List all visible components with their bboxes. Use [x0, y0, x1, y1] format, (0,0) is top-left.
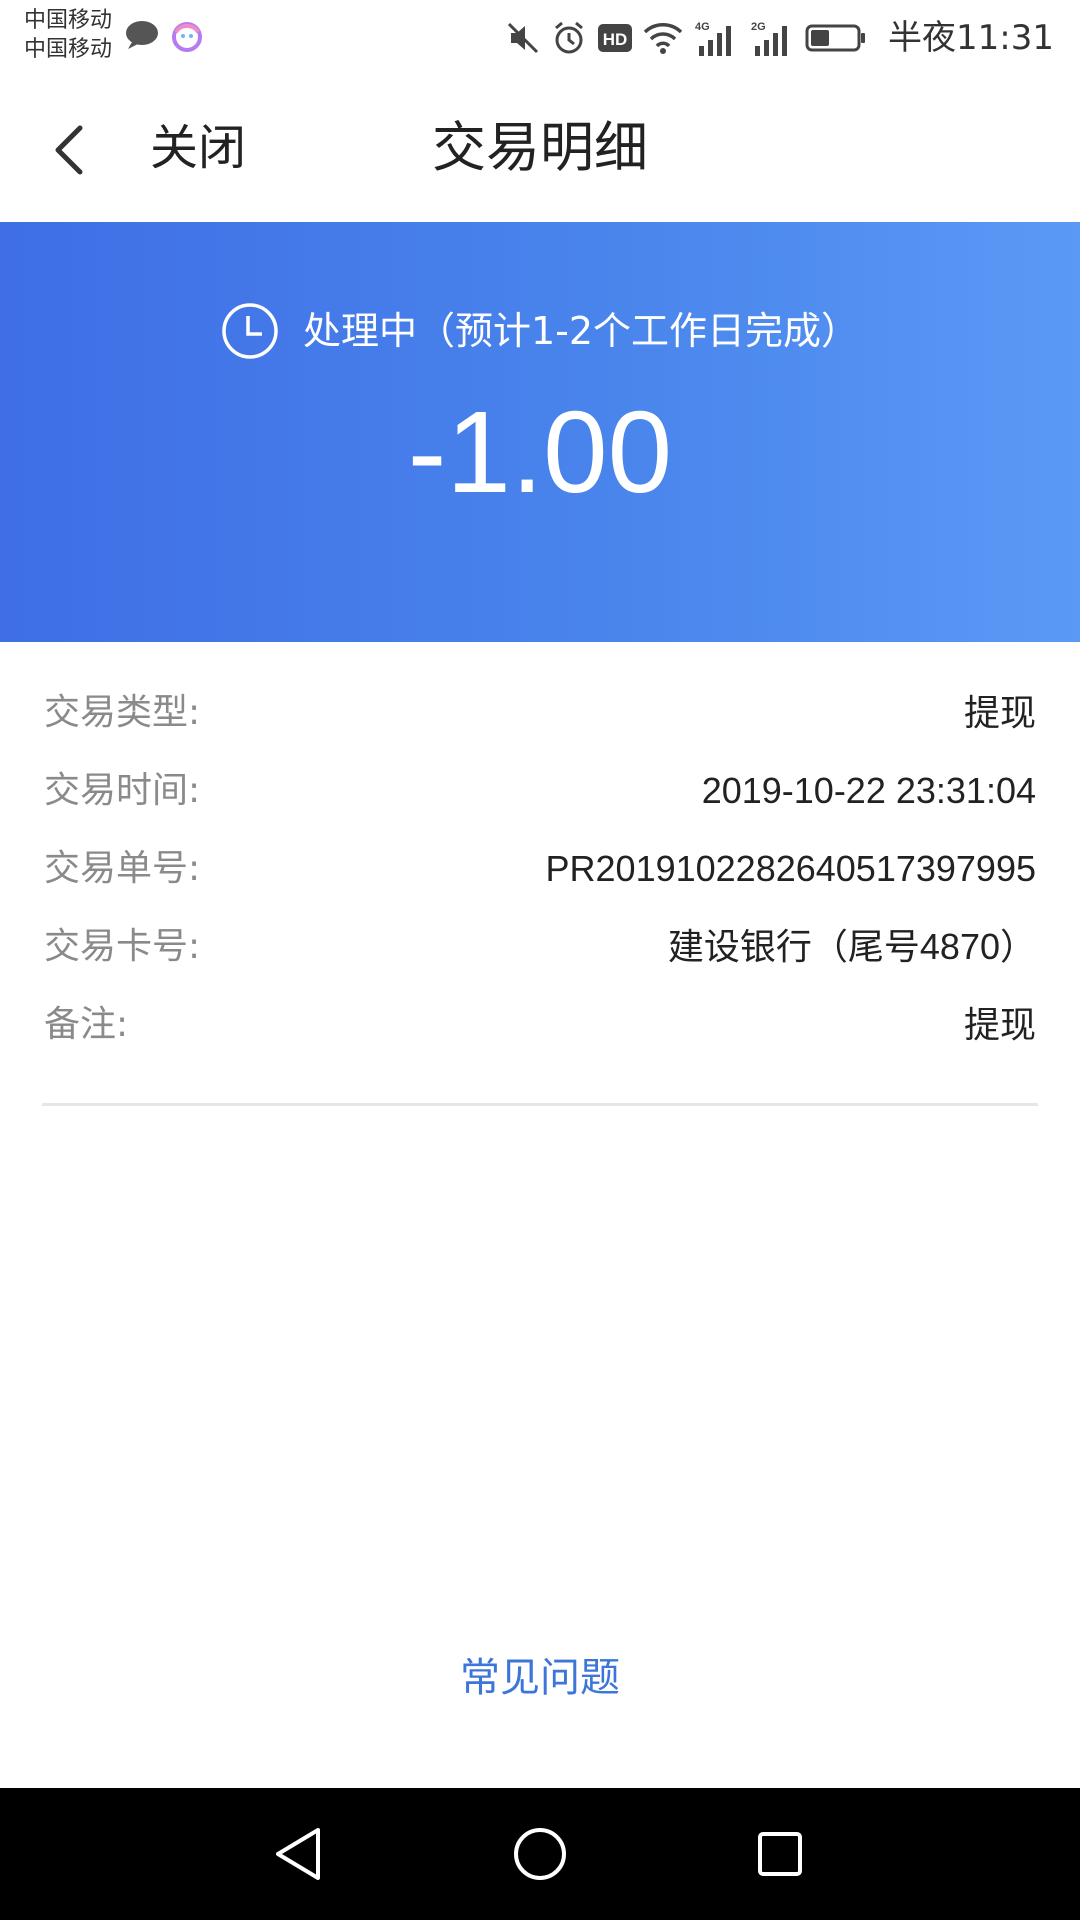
detail-label: 交易单号:: [44, 848, 201, 889]
qq-icon: [172, 22, 202, 52]
transaction-amount: -1.00: [407, 387, 673, 517]
divider: [42, 1103, 1038, 1106]
clock-icon: [222, 303, 278, 359]
detail-value: PR2019102282640517397995: [545, 848, 1036, 889]
chat-icon: [126, 21, 158, 49]
carrier-2: 中国移动: [24, 37, 113, 62]
network-2-label: 2G: [751, 21, 766, 33]
detail-row-remark: 备注: 提现: [0, 987, 1080, 1065]
nav-recents-icon[interactable]: [750, 1824, 810, 1884]
transaction-details: 交易类型: 提现 交易时间: 2019-10-22 23:31:04 交易单号:…: [0, 675, 1080, 1065]
nav-back-icon[interactable]: [270, 1824, 330, 1884]
battery-icon: [805, 24, 865, 52]
detail-row-order-number: 交易单号: PR2019102282640517397995: [0, 831, 1080, 909]
status-text: 处理中（预计1-2个工作日完成）: [302, 309, 860, 353]
detail-value: 提现: [963, 692, 1036, 733]
processing-status: 处理中（预计1-2个工作日完成）: [0, 302, 1080, 360]
hd-icon: HD: [598, 24, 632, 52]
status-time: 半夜11:31: [888, 18, 1054, 58]
detail-value: 建设银行（尾号4870）: [667, 926, 1036, 967]
detail-row-time: 交易时间: 2019-10-22 23:31:04: [0, 753, 1080, 831]
status-icons: HD 4G 2G: [505, 14, 867, 62]
detail-label: 交易类型:: [44, 692, 201, 733]
page-title: 交易明细: [432, 116, 648, 179]
detail-label: 备注:: [44, 1004, 129, 1045]
header: 关闭 交易明细: [0, 74, 1080, 222]
detail-value: 提现: [963, 1004, 1036, 1045]
nav-home-icon[interactable]: [510, 1824, 570, 1884]
detail-row-card-number: 交易卡号: 建设银行（尾号4870）: [0, 909, 1080, 987]
detail-value: 2019-10-22 23:31:04: [701, 770, 1036, 811]
wifi-icon: [643, 23, 683, 54]
navigation-bar: [0, 1788, 1080, 1920]
alarm-icon: [555, 21, 583, 54]
signal-4g-icon: 4G: [695, 21, 731, 56]
faq-link[interactable]: 常见问题: [0, 1650, 1080, 1706]
mute-icon: [507, 22, 539, 54]
signal-2g-icon: 2G: [751, 21, 787, 56]
detail-label: 交易时间:: [44, 770, 201, 811]
hd-badge-text: HD: [603, 30, 628, 49]
transaction-banner: 处理中（预计1-2个工作日完成） -1.00: [0, 222, 1080, 642]
carrier-1: 中国移动: [24, 8, 113, 33]
network-1-label: 4G: [695, 21, 710, 33]
carrier-info: 中国移动 中国移动: [24, 6, 112, 64]
detail-label: 交易卡号:: [44, 926, 201, 967]
status-bar: 中国移动 中国移动 HD 4G 2G 半夜11:31: [0, 0, 1080, 74]
detail-row-type: 交易类型: 提现: [0, 675, 1080, 753]
